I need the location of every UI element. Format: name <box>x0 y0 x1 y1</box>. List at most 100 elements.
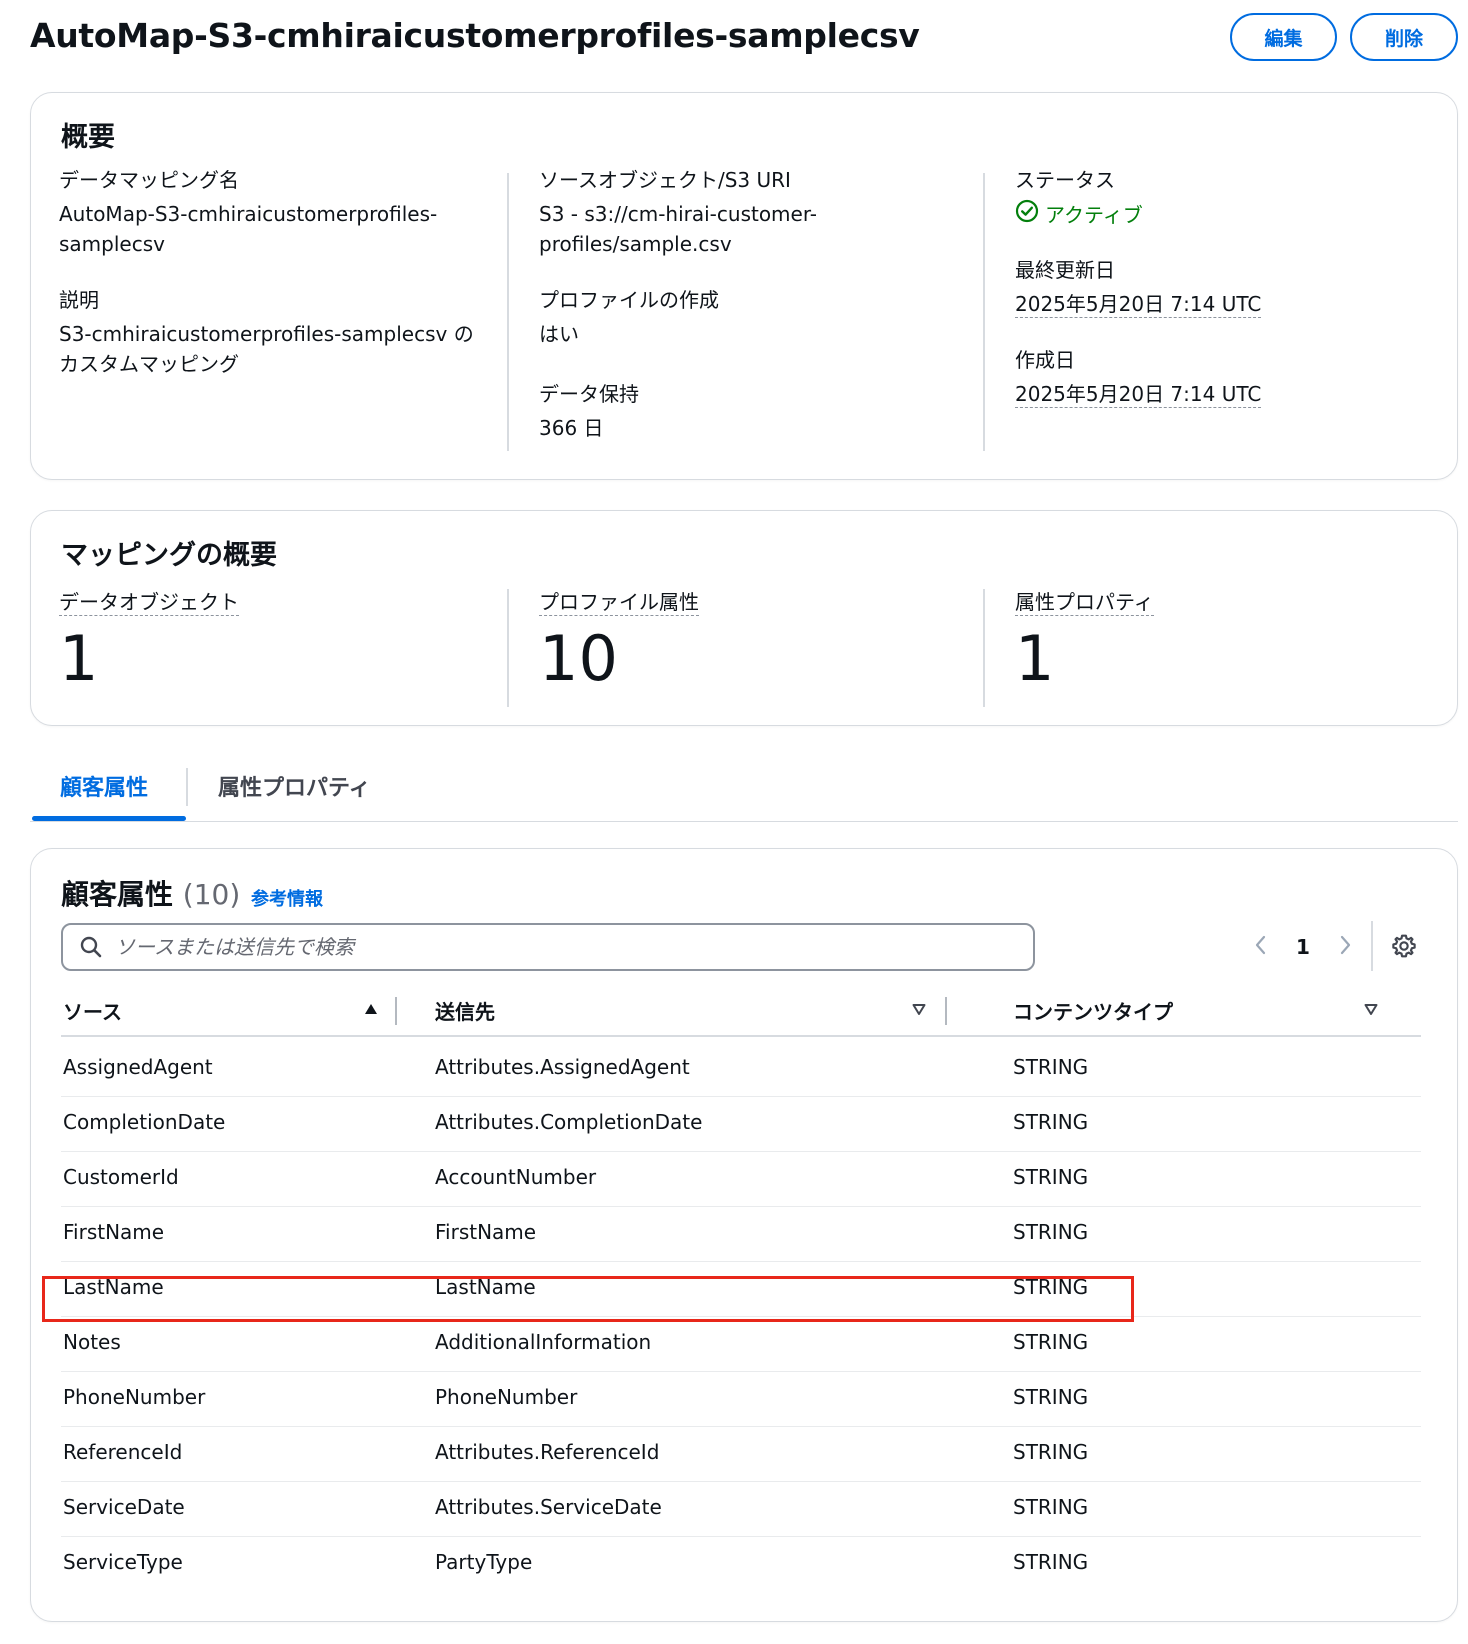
table-row: CompletionDate Attributes.CompletionDate… <box>61 1094 1421 1152</box>
mapping-name-value: AutoMap-S3-cmhiraicustomerprofiles- samp… <box>59 199 499 259</box>
table-count: (10) <box>182 878 241 911</box>
previous-page-button[interactable] <box>1241 927 1281 967</box>
cell-destination: Attributes.ReferenceId <box>435 1440 660 1464</box>
tab-separator <box>186 768 188 806</box>
tab-customer-attributes[interactable]: 顧客属性 <box>60 770 148 802</box>
cell-destination: Attributes.ServiceDate <box>435 1495 662 1519</box>
tab-bar: 顧客属性 属性プロパティ <box>30 760 1458 822</box>
cell-content-type: STRING <box>1013 1440 1089 1464</box>
mapping-name-line-1: AutoMap-S3-cmhiraicustomerprofiles- <box>59 202 438 226</box>
metric-label[interactable]: プロファイル属性 <box>539 589 699 616</box>
description-line-1: S3-cmhiraicustomerprofiles-samplecsv の <box>59 322 474 346</box>
cell-source: AssignedAgent <box>63 1055 213 1079</box>
sort-ascending-icon[interactable] <box>363 1001 379 1021</box>
info-link[interactable]: 参考情報 <box>251 885 323 911</box>
column-resizer[interactable] <box>945 997 947 1025</box>
table-header: ソース 送信先 コンテンツタイプ <box>61 987 1421 1037</box>
column-resizer[interactable] <box>395 997 397 1025</box>
cell-destination: AccountNumber <box>435 1165 597 1189</box>
mapping-name-line-2: samplecsv <box>59 232 165 256</box>
chevron-right-icon <box>1337 934 1353 960</box>
sort-caret-down-icon[interactable] <box>1363 1001 1379 1021</box>
overview-title: 概要 <box>61 122 115 153</box>
status-indicator: アクティブ <box>1015 199 1455 231</box>
chevron-left-icon <box>1253 934 1269 960</box>
metric-value: 10 <box>539 622 618 695</box>
table-row: AssignedAgent Attributes.AssignedAgent S… <box>61 1039 1421 1097</box>
pagination-separator <box>1371 921 1373 971</box>
sort-caret-down-icon[interactable] <box>911 1001 927 1021</box>
source-value: S3 - s3://cm-hirai-customer- profiles/sa… <box>539 199 979 259</box>
cell-source: ReferenceId <box>63 1440 183 1464</box>
description-label: 説明 <box>59 288 99 312</box>
delete-button[interactable]: 削除 <box>1350 13 1458 61</box>
last-updated-label: 最終更新日 <box>1015 258 1115 282</box>
search-field[interactable] <box>61 923 1035 971</box>
edit-button[interactable]: 編集 <box>1230 13 1337 61</box>
cell-source: ServiceDate <box>63 1495 185 1519</box>
cell-source: LastName <box>63 1275 164 1299</box>
metric-profile-attributes: プロファイル属性 10 <box>539 589 699 694</box>
metric-data-objects: データオブジェクト 1 <box>59 589 239 694</box>
status-label: ステータス <box>1015 168 1115 192</box>
cell-destination: FirstName <box>435 1220 537 1244</box>
profile-creation-value: はい <box>539 322 579 346</box>
table-row: PhoneNumber PhoneNumber STRING <box>61 1369 1421 1427</box>
cell-destination: Attributes.AssignedAgent <box>435 1055 690 1079</box>
source-line-2: profiles/sample.csv <box>539 232 732 256</box>
customer-attributes-card: 顧客属性 (10) 参考情報 1 ソース 送信先 コンテン <box>30 848 1458 1622</box>
preferences-button[interactable] <box>1391 933 1417 963</box>
cell-destination: PhoneNumber <box>435 1385 578 1409</box>
cell-source: Notes <box>63 1330 121 1354</box>
table-row: ReferenceId Attributes.ReferenceId STRIN… <box>61 1424 1421 1482</box>
gear-icon <box>1391 934 1417 963</box>
created-label: 作成日 <box>1015 348 1075 372</box>
search-icon <box>79 935 103 963</box>
cell-content-type: STRING <box>1013 1330 1089 1354</box>
retention-label: データ保持 <box>539 382 639 406</box>
status-value: アクティブ <box>1045 203 1143 227</box>
column-header-source[interactable]: ソース <box>63 987 122 1033</box>
description-value: S3-cmhiraicustomerprofiles-samplecsv の カ… <box>59 319 499 379</box>
description-line-2: カスタムマッピング <box>59 352 239 376</box>
cell-content-type: STRING <box>1013 1495 1089 1519</box>
retention-value: 366 日 <box>539 416 604 440</box>
pagination: 1 <box>1241 927 1365 967</box>
cell-source: FirstName <box>63 1220 165 1244</box>
search-input[interactable] <box>115 925 1015 968</box>
mapping-summary-card: マッピングの概要 データオブジェクト 1 プロファイル属性 10 属性プロパティ… <box>30 510 1458 726</box>
column-divider <box>507 173 509 451</box>
table-row: ServiceDate Attributes.ServiceDate STRIN… <box>61 1479 1421 1537</box>
current-page[interactable]: 1 <box>1281 935 1325 959</box>
next-page-button[interactable] <box>1325 927 1365 967</box>
success-check-icon <box>1015 199 1039 231</box>
table-row: LastName LastName STRING <box>61 1259 1421 1317</box>
table-row: Notes AdditionalInformation STRING <box>61 1314 1421 1372</box>
mapping-name-label: データマッピング名 <box>59 168 239 192</box>
cell-content-type: STRING <box>1013 1385 1089 1409</box>
column-divider <box>983 589 985 707</box>
cell-source: PhoneNumber <box>63 1385 206 1409</box>
column-header-destination[interactable]: 送信先 <box>435 987 495 1033</box>
cell-destination: AdditionalInformation <box>435 1330 652 1354</box>
active-tab-indicator <box>32 816 186 821</box>
column-divider <box>507 589 509 707</box>
column-divider <box>983 173 985 451</box>
source-line-1: S3 - s3://cm-hirai-customer- <box>539 202 818 226</box>
cell-content-type: STRING <box>1013 1220 1089 1244</box>
metric-label[interactable]: データオブジェクト <box>59 589 239 616</box>
created-value[interactable]: 2025年5月20日 7:14 UTC <box>1015 381 1262 408</box>
cell-destination: Attributes.CompletionDate <box>435 1110 703 1134</box>
cell-content-type: STRING <box>1013 1550 1089 1574</box>
cell-destination: LastName <box>435 1275 536 1299</box>
metric-label[interactable]: 属性プロパティ <box>1015 589 1154 616</box>
table-row: ServiceType PartyType STRING <box>61 1534 1421 1592</box>
metric-attribute-properties: 属性プロパティ 1 <box>1015 589 1154 694</box>
cell-content-type: STRING <box>1013 1165 1089 1189</box>
column-header-content-type[interactable]: コンテンツタイプ <box>1013 987 1173 1033</box>
tab-attribute-properties[interactable]: 属性プロパティ <box>218 770 371 802</box>
last-updated-value[interactable]: 2025年5月20日 7:14 UTC <box>1015 291 1262 318</box>
mapping-summary-title: マッピングの概要 <box>61 540 277 571</box>
source-label: ソースオブジェクト/S3 URI <box>539 168 791 192</box>
page-header: AutoMap-S3-cmhiraicustomerprofiles-sampl… <box>0 0 1468 80</box>
